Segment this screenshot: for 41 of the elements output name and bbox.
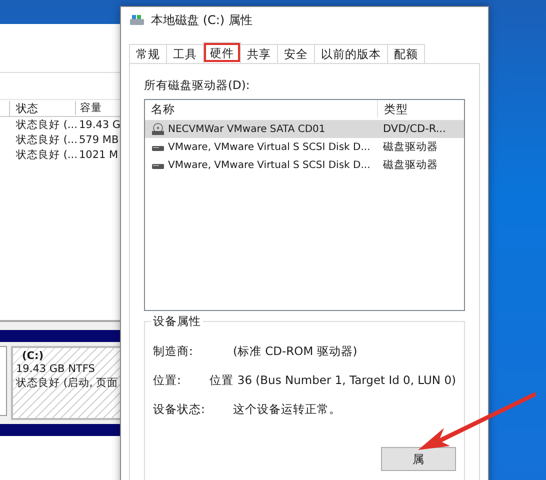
property-label: 制造商: — [153, 344, 194, 359]
partition-name: (C:) — [21, 350, 45, 362]
column-header[interactable]: 名称 — [145, 102, 377, 116]
property-label: 设备状态: — [153, 402, 206, 417]
table-cell-text: 状态良好 (... — [15, 118, 75, 132]
drive-row[interactable]: VMware, VMware Virtual S SCSI Disk D... 磁盘驱动器 — [145, 138, 464, 156]
property-value: 位置 36 (Bus Number 1, Target Id 0, LUN 0) — [210, 373, 456, 388]
optical-drive-icon — [151, 123, 165, 135]
drive-type: DVD/CD-R... — [382, 123, 447, 135]
tab[interactable]: 配额 — [387, 44, 425, 63]
table-cell-text: 1021 M — [78, 148, 118, 160]
tab[interactable]: 硬件 — [203, 42, 241, 63]
table-cell-text: 状态良好 (... — [15, 148, 75, 162]
drive-row[interactable]: VMware, VMware Virtual S SCSI Disk D... 磁盘驱动器 — [145, 156, 464, 174]
column-header[interactable]: 状态 — [9, 100, 75, 116]
table-cell-text: 19.43 G — [78, 118, 121, 130]
partition-size: 19.43 GB NTFS — [16, 363, 96, 375]
property-label: 位置: — [153, 373, 182, 388]
column-header[interactable]: 容量 — [75, 101, 102, 115]
partition-status: 状态良好 (启动, 页面 — [16, 376, 120, 390]
column-header[interactable]: 类型 — [377, 100, 464, 118]
tab[interactable]: 常规 — [129, 44, 167, 63]
window-title: 本地磁盘 (C:) 属性 — [151, 12, 252, 28]
drive-type: 磁盘驱动器 — [382, 158, 439, 172]
table-cell-text: 579 MB — [78, 134, 119, 146]
drive-name: VMware, VMware Virtual S SCSI Disk D... — [168, 142, 370, 152]
property-value: 这个设备运转正常。 — [233, 402, 341, 417]
tab[interactable]: 共享 — [240, 44, 278, 63]
properties-button[interactable]: 属 — [381, 447, 456, 471]
property-value: (标准 CD-ROM 驱动器) — [233, 344, 358, 359]
disk-label-box — [0, 346, 7, 416]
tab[interactable]: 安全 — [277, 44, 315, 63]
table-cell-text: 状态良好 (... — [15, 132, 75, 146]
drive-icon — [129, 13, 145, 27]
drive-name: NECVMWar VMware SATA CD01 — [168, 124, 326, 134]
drive-name: VMware, VMware Virtual S SCSI Disk D... — [168, 160, 370, 170]
drive-row[interactable]: NECVMWar VMware SATA CD01 DVD/CD-R... — [145, 120, 464, 138]
drive-type: 磁盘驱动器 — [382, 140, 439, 154]
list-label: 所有磁盘驱动器(D): — [144, 78, 251, 93]
tab[interactable]: 工具 — [166, 44, 204, 63]
group-title: 设备属性 — [151, 314, 203, 329]
